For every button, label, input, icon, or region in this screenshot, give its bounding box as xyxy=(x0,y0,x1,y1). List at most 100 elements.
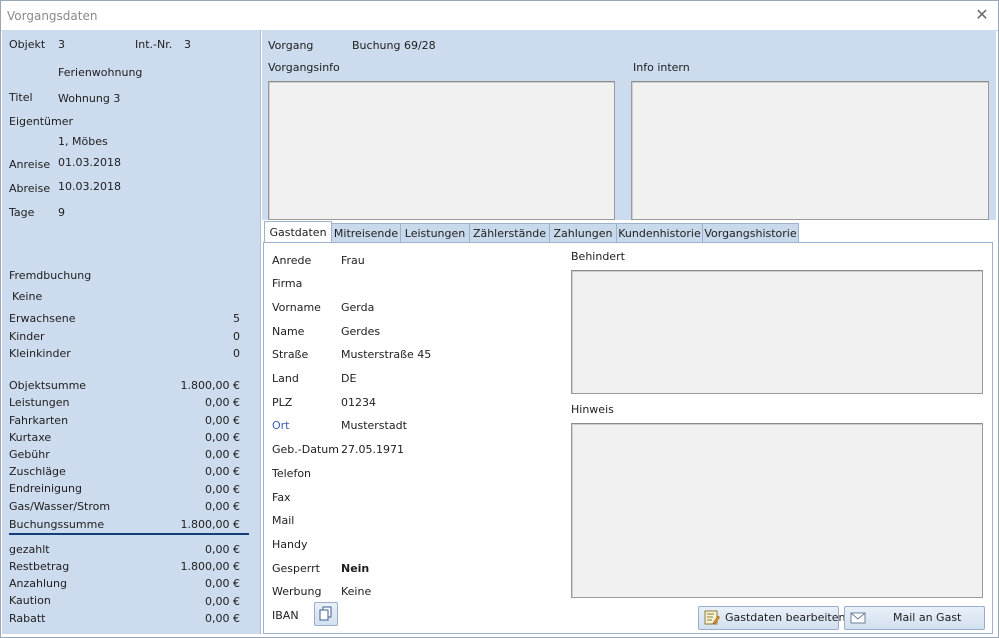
payment-label: Rabatt xyxy=(9,612,46,625)
edit-form-icon xyxy=(704,610,720,625)
vorname-value: Gerda xyxy=(341,301,375,314)
close-icon[interactable]: ✕ xyxy=(972,5,992,25)
cost-value: 0,00 € xyxy=(205,483,240,496)
buchungssumme-value: 1.800,00 € xyxy=(180,518,240,531)
strasse-value: Musterstraße 45 xyxy=(341,348,432,361)
ort-value: Musterstadt xyxy=(341,419,407,432)
strasse-label: Straße xyxy=(272,348,309,361)
booking-summary-panel: Objekt 3 Int.-Nr. 3 Ferienwohnung Titel … xyxy=(2,30,261,634)
werbung-label: Werbung xyxy=(272,585,322,598)
tab-kundenhistorie[interactable]: Kundenhistorie xyxy=(616,223,703,243)
behindert-label: Behindert xyxy=(571,250,625,263)
cost-label: Fahrkarten xyxy=(9,414,69,427)
payment-label: Restbetrag xyxy=(9,560,70,573)
gastdaten-bearbeiten-label: Gastdaten bearbeiten xyxy=(725,611,846,624)
payment-value: 0,00 € xyxy=(205,612,240,625)
title-bar: Vorgangsdaten ✕ xyxy=(1,1,998,31)
gesperrt-value: Nein xyxy=(341,562,370,575)
geburtsdatum-label: Geb.-Datum xyxy=(272,443,339,456)
anreise-label: Anreise xyxy=(9,158,51,171)
gastdaten-bearbeiten-button[interactable]: Gastdaten bearbeiten xyxy=(698,606,845,630)
vorgang-value: Buchung 69/28 xyxy=(352,39,436,52)
plz-value: 01234 xyxy=(341,396,376,409)
cost-label: Gebühr xyxy=(9,448,50,461)
telefon-label: Telefon xyxy=(272,467,312,480)
vorgangsinfo-memo[interactable] xyxy=(268,81,615,220)
cost-label: Zuschläge xyxy=(9,465,66,478)
handy-label: Handy xyxy=(272,538,308,551)
cost-label: Leistungen xyxy=(9,396,70,409)
payment-value: 0,00 € xyxy=(205,595,240,608)
cost-label: Kurtaxe xyxy=(9,431,52,444)
hinweis-memo[interactable] xyxy=(571,423,983,598)
cost-value: 0,00 € xyxy=(205,414,240,427)
payment-value: 0,00 € xyxy=(205,577,240,590)
cost-label: Objektsumme xyxy=(9,379,87,392)
tab-leistungen[interactable]: Leistungen xyxy=(400,223,470,243)
tab-zahlungen[interactable]: Zahlungen xyxy=(549,223,617,243)
anrede-value: Frau xyxy=(341,254,365,267)
tab-zaehlerstaende[interactable]: Zählerstände xyxy=(469,223,550,243)
erwachsene-label: Erwachsene xyxy=(9,312,76,325)
window-title: Vorgangsdaten xyxy=(7,9,98,23)
cost-value: 0,00 € xyxy=(205,431,240,444)
objekt-label: Objekt xyxy=(9,38,46,51)
kleinkinder-value: 0 xyxy=(233,347,240,360)
firma-label: Firma xyxy=(272,277,303,290)
werbung-value: Keine xyxy=(341,585,372,598)
cost-value: 0,00 € xyxy=(205,396,240,409)
payment-value: 1.800,00 € xyxy=(180,560,240,573)
payment-label: Kaution xyxy=(9,594,51,607)
name-label: Name xyxy=(272,325,305,338)
vorgangsinfo-label: Vorgangsinfo xyxy=(268,61,340,74)
land-value: DE xyxy=(341,372,357,385)
sum-separator xyxy=(9,533,249,535)
fax-label: Fax xyxy=(272,491,291,504)
tab-gastdaten[interactable]: Gastdaten xyxy=(264,221,332,244)
abreise-label: Abreise xyxy=(9,182,51,195)
eigentuemer-value: 1, Möbes xyxy=(58,135,108,148)
cost-value: 1.800,00 € xyxy=(180,379,240,392)
info-intern-memo[interactable] xyxy=(631,81,989,220)
cost-value: 0,00 € xyxy=(205,465,240,478)
intnr-label: Int.-Nr. xyxy=(135,38,173,51)
name-value: Gerdes xyxy=(341,325,381,338)
tage-label: Tage xyxy=(9,206,35,219)
cost-label: Gas/Wasser/Strom xyxy=(9,500,111,513)
vorgang-header-panel: Vorgang Buchung 69/28 Vorgangsinfo Info … xyxy=(262,30,996,220)
objekt-value: 3 xyxy=(58,38,65,51)
payment-label: gezahlt xyxy=(9,543,50,556)
mail-an-gast-button[interactable]: Mail an Gast xyxy=(844,606,985,630)
intnr-value: 3 xyxy=(184,38,191,51)
vorgang-label: Vorgang xyxy=(268,39,314,52)
fremdbuchung-label: Fremdbuchung xyxy=(9,269,92,282)
tage-value: 9 xyxy=(58,206,65,219)
vorname-label: Vorname xyxy=(272,301,321,314)
erwachsene-value: 5 xyxy=(233,312,240,325)
land-label: Land xyxy=(272,372,299,385)
buchungssumme-label: Buchungssumme xyxy=(9,518,105,531)
behindert-memo[interactable] xyxy=(571,270,983,394)
copy-iban-button[interactable] xyxy=(314,602,338,626)
payment-value: 0,00 € xyxy=(205,543,240,556)
mail-an-gast-label: Mail an Gast xyxy=(893,611,962,624)
ort-link[interactable]: Ort xyxy=(272,419,290,432)
cost-value: 0,00 € xyxy=(205,448,240,461)
objekt-name: Ferienwohnung xyxy=(58,66,143,79)
tab-vorgangshistorie[interactable]: Vorgangshistorie xyxy=(702,223,799,243)
gesperrt-label: Gesperrt xyxy=(272,562,320,575)
cost-value: 0,00 € xyxy=(205,500,240,513)
fremdbuchung-value: Keine xyxy=(12,290,43,303)
payment-label: Anzahlung xyxy=(9,577,67,590)
abreise-value: 10.03.2018 xyxy=(58,180,121,193)
hinweis-label: Hinweis xyxy=(571,403,614,416)
iban-label: IBAN xyxy=(272,609,299,622)
info-intern-label: Info intern xyxy=(633,61,690,74)
kleinkinder-label: Kleinkinder xyxy=(9,347,71,360)
titel-label: Titel xyxy=(9,91,33,104)
eigentuemer-label: Eigentümer xyxy=(9,115,74,128)
tab-mitreisende[interactable]: Mitreisende xyxy=(331,223,401,243)
titel-value: Wohnung 3 xyxy=(58,92,121,105)
anrede-label: Anrede xyxy=(272,254,312,267)
envelope-icon xyxy=(850,612,866,624)
